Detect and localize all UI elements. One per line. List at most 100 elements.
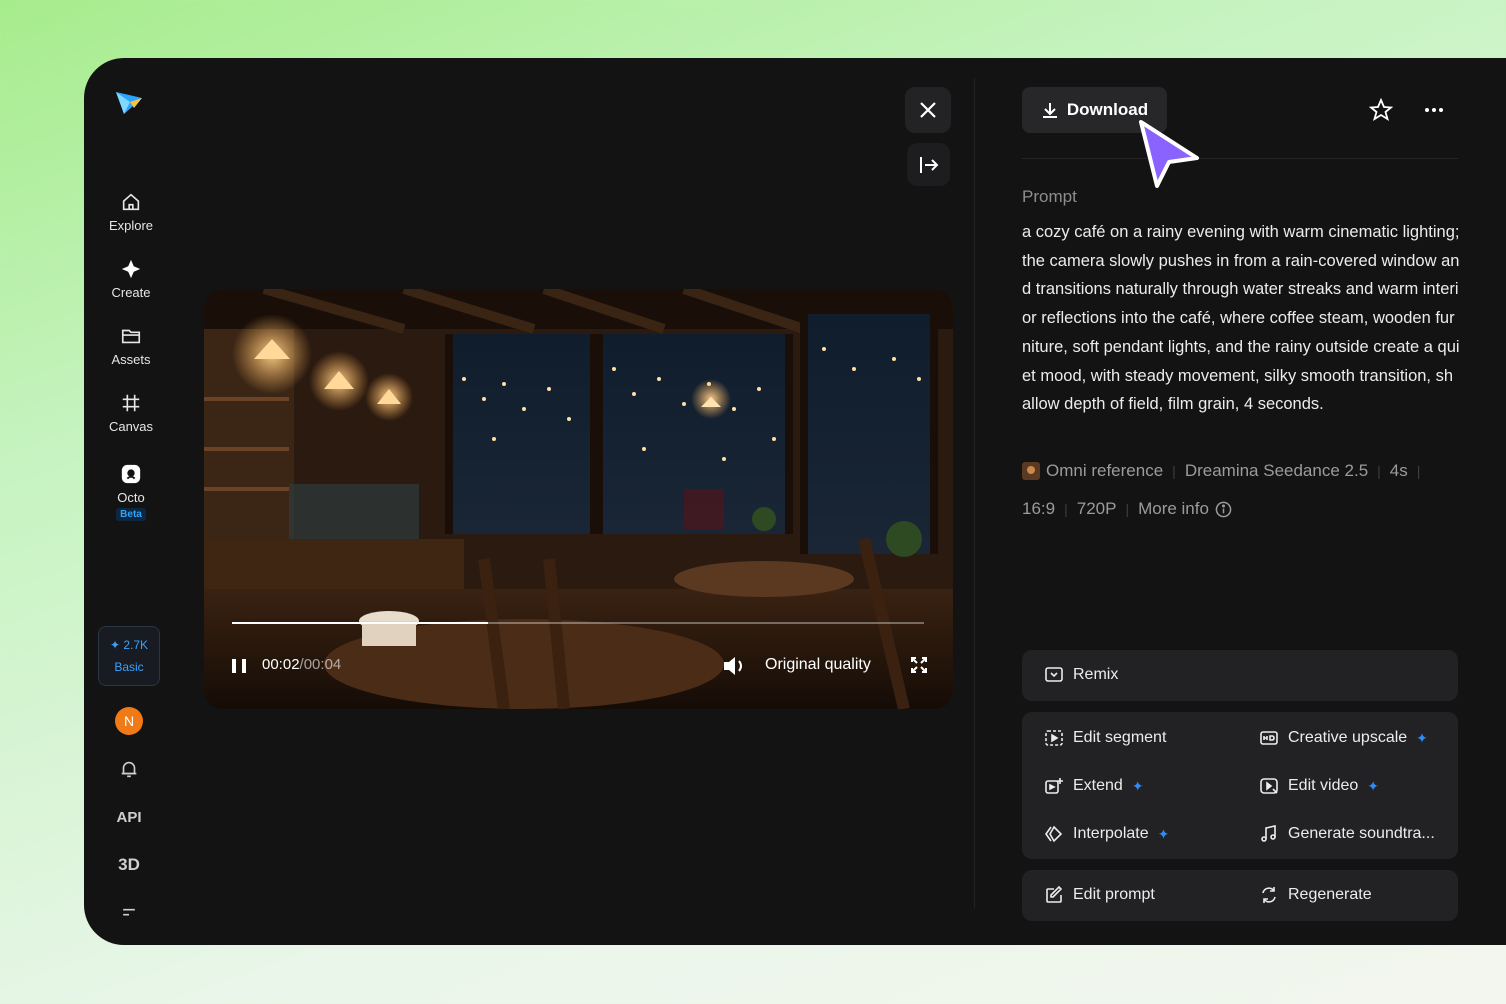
interpolate-label: Interpolate (1073, 825, 1149, 842)
credits-amount: 2.7K (123, 638, 149, 652)
regenerate-button[interactable]: Regenerate (1259, 885, 1372, 905)
close-button[interactable] (905, 87, 951, 133)
nav-explore[interactable]: Explore (96, 184, 166, 240)
extend-icon (1045, 778, 1063, 794)
edit-segment-button[interactable]: Edit segment (1044, 728, 1166, 748)
edit-video-button[interactable]: Edit video ✦ (1259, 776, 1379, 796)
sparkle-icon: ✦ (1416, 729, 1428, 746)
refresh-icon (1262, 887, 1276, 903)
more-info-link[interactable]: More info (1138, 499, 1209, 519)
folder-icon (121, 329, 141, 344)
octo-icon (121, 464, 141, 484)
remix-box: Remix (1022, 650, 1458, 701)
prompt-label: Prompt (1022, 187, 1077, 206)
header-divider (1022, 158, 1458, 159)
interpolate-button[interactable]: Interpolate ✦ (1044, 824, 1169, 844)
meta-sep-1: | (1172, 463, 1176, 479)
reference-thumbnail-icon (1022, 462, 1040, 480)
remix-icon (1045, 667, 1063, 682)
duration-tag: 4s (1389, 461, 1408, 480)
info-icon[interactable] (1215, 501, 1232, 518)
meta-row-2: 16:9 | 720P | More info (1022, 499, 1232, 519)
favorite-icon[interactable] (1369, 98, 1393, 122)
collapse-panel-button[interactable] (907, 143, 950, 186)
duration: 00:04 (303, 656, 342, 673)
nav-canvas[interactable]: Canvas (96, 385, 166, 441)
home-icon (122, 193, 140, 211)
3d-button[interactable]: 3D (114, 850, 144, 880)
video-frame (204, 289, 953, 709)
close-icon (920, 102, 936, 118)
download-icon (1042, 103, 1057, 118)
more-options-icon[interactable] (1422, 98, 1446, 122)
meta-sep-2: | (1377, 463, 1381, 479)
nav-assets-label: Assets (111, 352, 151, 367)
remix-button[interactable]: Remix (1044, 665, 1118, 685)
notifications-button[interactable] (114, 754, 144, 784)
sparkle-icon (121, 259, 141, 279)
menu-icon (123, 908, 135, 916)
menu-button[interactable] (114, 898, 144, 928)
prompt-tools-box: Edit prompt Regenerate (1022, 870, 1458, 921)
extend-label: Extend (1073, 777, 1123, 794)
resolution: 720P (1076, 499, 1117, 518)
pointer-cursor-icon (1139, 120, 1199, 188)
regenerate-label: Regenerate (1288, 886, 1372, 903)
credits-amount-row: ✦ 2.7K (109, 638, 149, 652)
remix-label: Remix (1073, 666, 1119, 683)
avatar[interactable]: N (115, 707, 143, 735)
edit-segment-label: Edit segment (1073, 729, 1167, 746)
aspect-ratio: 16:9 (1022, 499, 1056, 518)
creative-upscale-button[interactable]: Creative upscale ✦ (1259, 728, 1428, 748)
panel-divider (974, 78, 975, 908)
edit-tools-box: Edit segment Creative upscale ✦ Extend ✦… (1022, 712, 1458, 859)
model-name: Dreamina Seedance 2.5 (1184, 461, 1369, 480)
nav-create[interactable]: Create (96, 251, 166, 307)
sparkle-icon: ✦ (1367, 777, 1379, 794)
generate-soundtrack-label: Generate soundtra... (1288, 825, 1435, 842)
volume-icon[interactable] (722, 655, 746, 677)
sidebar: Explore Create Assets Canvas Octo Beta ✦… (84, 58, 176, 945)
nav-explore-label: Explore (108, 218, 154, 233)
beta-badge: Beta (116, 508, 146, 521)
meta-sep-5: | (1125, 501, 1130, 517)
nav-create-label: Create (111, 285, 151, 300)
edit-video-icon (1260, 778, 1278, 794)
nav-assets[interactable]: Assets (96, 318, 166, 374)
omni-reference[interactable]: Omni reference (1046, 461, 1163, 481)
progress-bar[interactable] (232, 622, 924, 624)
app-logo[interactable] (112, 84, 146, 118)
fullscreen-icon[interactable] (910, 656, 928, 674)
progress-fill (232, 622, 489, 624)
credits-badge[interactable]: ✦ 2.7K Basic (98, 626, 160, 686)
nav-octo-label: Octo (117, 490, 145, 505)
edit-prompt-icon (1046, 885, 1063, 903)
app-window: Explore Create Assets Canvas Octo Beta ✦… (84, 58, 1506, 945)
extend-button[interactable]: Extend ✦ (1044, 776, 1144, 796)
player-controls: 00:02/00:04 Original quality (230, 653, 930, 679)
video-player[interactable]: 00:02/00:04 Original quality (204, 289, 953, 709)
prompt-text: a cozy café on a rainy evening with warm… (1022, 223, 1460, 414)
nav-canvas-label: Canvas (108, 419, 154, 434)
meta-row-1: Omni reference | Dreamina Seedance 2.5 |… (1022, 461, 1429, 481)
arrow-right-bar-icon (919, 156, 938, 173)
pause-icon[interactable] (230, 657, 248, 675)
meta-sep-3: | (1416, 463, 1421, 479)
edit-segment-icon (1045, 730, 1063, 746)
crop-icon (122, 394, 140, 412)
hd-icon (1260, 731, 1278, 745)
nav-octo[interactable]: Octo Beta (96, 456, 166, 528)
quality-selector[interactable]: Original quality (765, 656, 871, 674)
api-button[interactable]: API (114, 802, 144, 832)
bell-icon (121, 761, 137, 778)
generate-soundtrack-button[interactable]: Generate soundtra... (1259, 824, 1435, 844)
interpolate-icon (1045, 825, 1063, 843)
sparkle-icon: ✦ (1131, 777, 1144, 794)
sparkle-icon: ✦ (1157, 825, 1170, 842)
edit-prompt-button[interactable]: Edit prompt (1044, 885, 1155, 905)
time-display: 00:02/00:04 (262, 656, 341, 673)
plan-label: Basic (114, 660, 144, 674)
current-time: 00:02 (262, 656, 300, 673)
music-note-icon (1261, 825, 1276, 842)
edit-prompt-label: Edit prompt (1073, 886, 1155, 903)
